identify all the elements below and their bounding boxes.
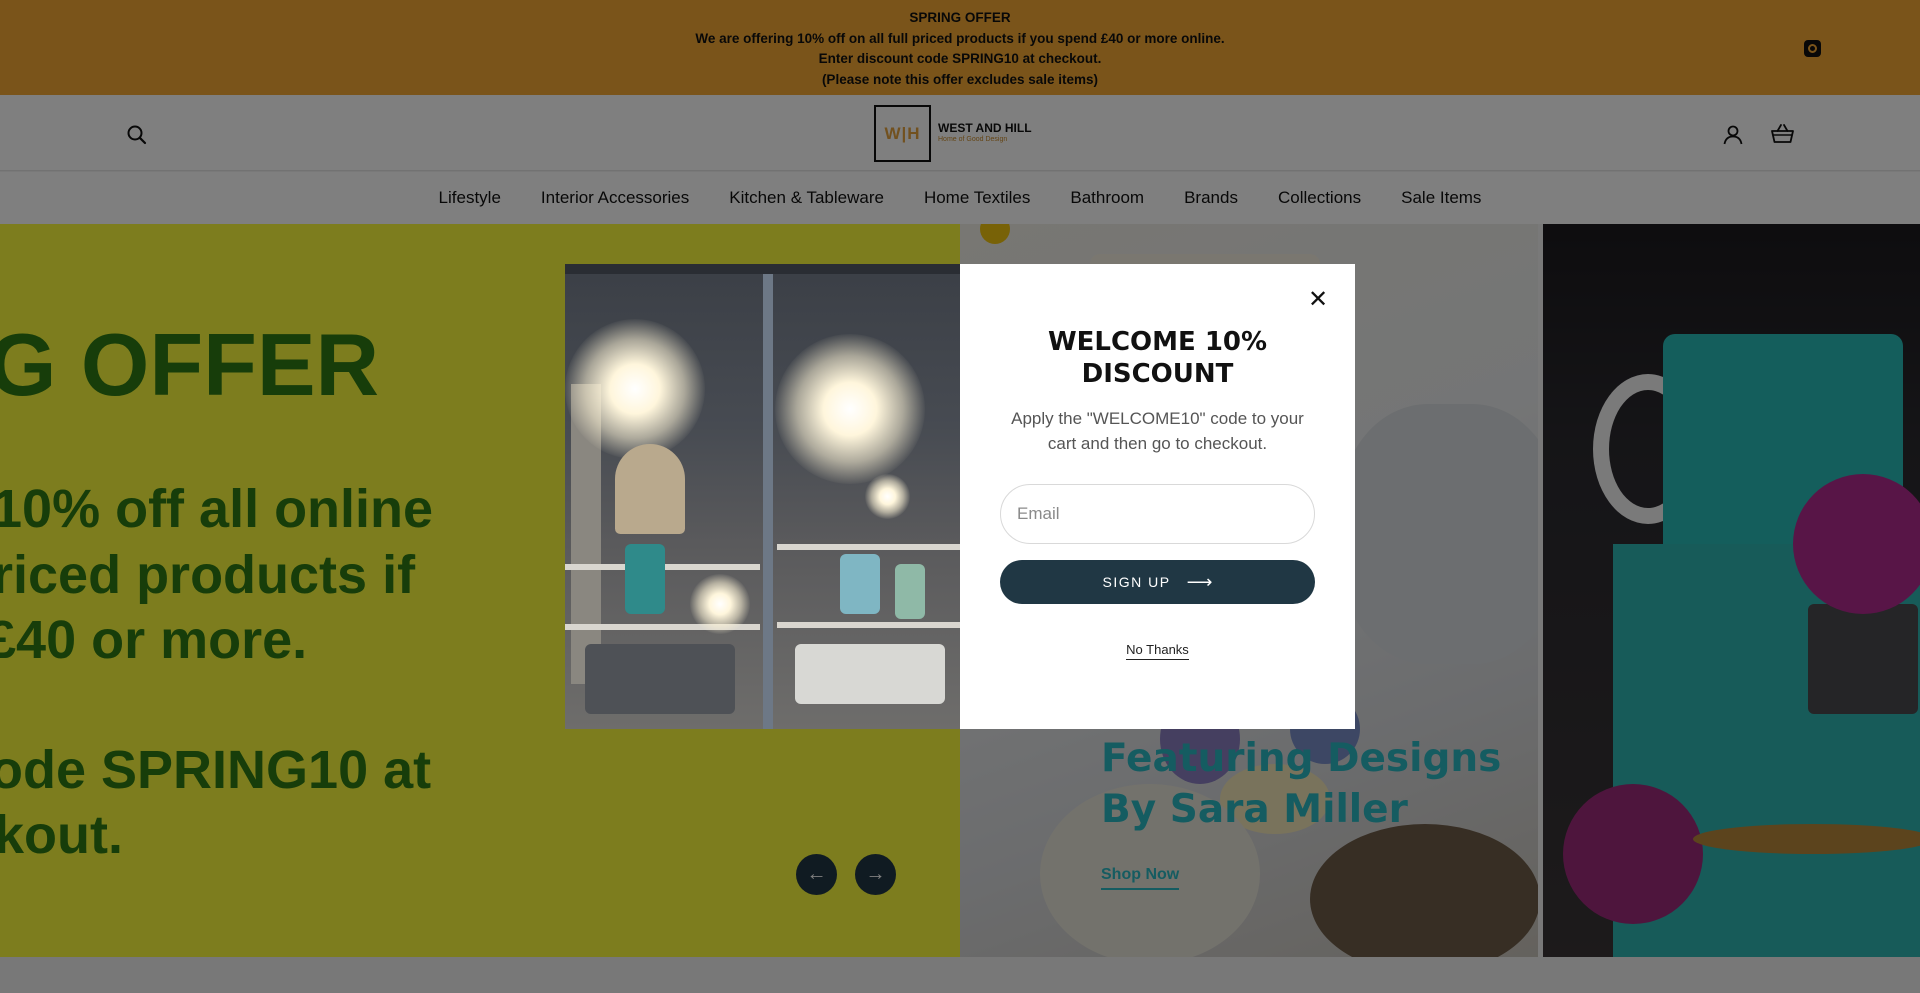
close-icon[interactable]: ✕ <box>1307 287 1329 311</box>
modal-content: ✕ WELCOME 10% DISCOUNT Apply the "WELCOM… <box>960 264 1355 729</box>
modal-title: WELCOME 10% DISCOUNT <box>1047 327 1268 389</box>
no-thanks-link[interactable]: No Thanks <box>1126 642 1189 660</box>
welcome-discount-modal: ✕ WELCOME 10% DISCOUNT Apply the "WELCOM… <box>565 264 1355 729</box>
modal-description: Apply the "WELCOME10" code to your cart … <box>1011 409 1304 453</box>
shop-window-image <box>565 264 960 729</box>
sign-up-label: SIGN UP <box>1102 574 1171 590</box>
sign-up-button[interactable]: SIGN UP ⟶ <box>1000 560 1315 604</box>
email-field[interactable] <box>1000 484 1315 544</box>
no-thanks-link-wrap: No Thanks <box>960 642 1355 660</box>
arrow-right-icon: ⟶ <box>1186 571 1213 592</box>
